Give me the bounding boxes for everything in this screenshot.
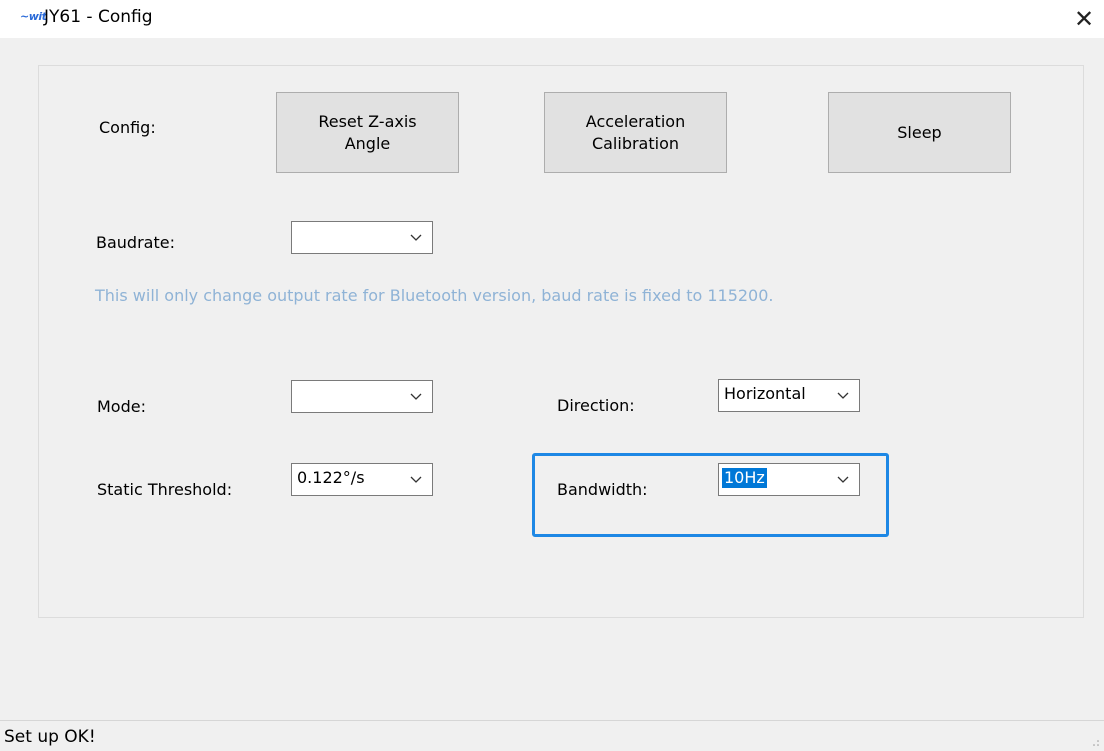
close-button[interactable]: ✕: [1064, 0, 1104, 38]
mode-select[interactable]: [291, 380, 433, 413]
static-threshold-value: 0.122°/s: [297, 468, 365, 487]
static-threshold-select[interactable]: 0.122°/s: [291, 463, 433, 496]
chevron-down-icon: [837, 476, 849, 483]
title-bar: ~wit JY61 - Config ✕: [0, 0, 1104, 38]
mode-label: Mode:: [97, 397, 146, 416]
close-icon: ✕: [1073, 5, 1095, 33]
direction-value: Horizontal: [724, 384, 806, 403]
app-logo-icon: ~wit: [20, 10, 47, 23]
status-text: Set up OK!: [4, 727, 96, 747]
bandwidth-value: 10Hz: [722, 468, 767, 488]
window-title: JY61 - Config: [44, 7, 153, 27]
bandwidth-label: Bandwidth:: [557, 480, 648, 499]
reset-z-axis-angle-button[interactable]: Reset Z-axis Angle: [276, 92, 459, 173]
baudrate-select[interactable]: [291, 221, 433, 254]
direction-label: Direction:: [557, 396, 635, 415]
baudrate-hint: This will only change output rate for Bl…: [95, 286, 774, 305]
baudrate-label: Baudrate:: [96, 233, 175, 252]
status-bar: Set up OK!: [0, 720, 1104, 751]
static-threshold-label: Static Threshold:: [97, 480, 233, 499]
acceleration-calibration-button[interactable]: Acceleration Calibration: [544, 92, 727, 173]
config-label: Config:: [99, 118, 156, 137]
resize-grip-icon[interactable]: [1092, 739, 1100, 747]
chevron-down-icon: [837, 392, 849, 399]
chevron-down-icon: [410, 393, 422, 400]
bandwidth-select[interactable]: 10Hz: [718, 463, 860, 496]
chevron-down-icon: [410, 234, 422, 241]
direction-select[interactable]: Horizontal: [718, 379, 860, 412]
chevron-down-icon: [410, 476, 422, 483]
sleep-button[interactable]: Sleep: [828, 92, 1011, 173]
